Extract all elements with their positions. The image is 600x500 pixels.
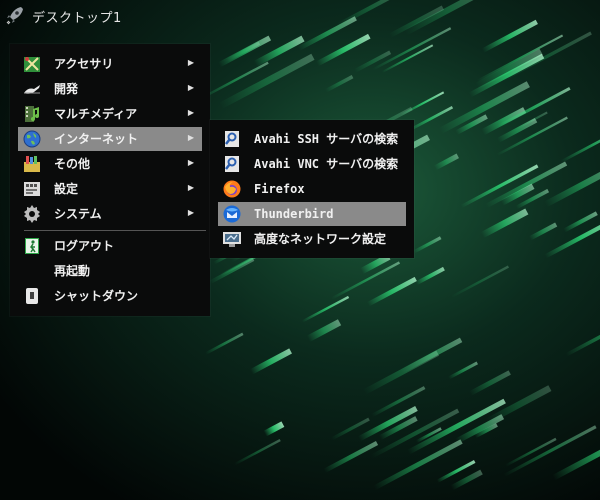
system-gear-icon <box>24 205 40 223</box>
other-icon <box>24 156 40 172</box>
settings-icon <box>24 182 40 196</box>
submenu-arrow-icon: ▶ <box>187 208 194 217</box>
menu-item-label: ログアウト <box>54 239 115 253</box>
avahi-ssh-icon <box>225 131 239 147</box>
menu-item-multimedia[interactable]: マルチメディア ▶ <box>18 102 202 126</box>
menu-item-accessories[interactable]: アクセサリ ▶ <box>18 52 202 76</box>
menu-item-other[interactable]: その他 ▶ <box>18 152 202 176</box>
menu-item-label: システム <box>54 207 102 221</box>
submenu-item-avahi-ssh[interactable]: Avahi SSH サーバの検索 <box>218 127 406 151</box>
application-menu: アクセサリ ▶ 開発 ▶ マルチメディア ▶ インターネット ▶ その他 ▶ 設… <box>10 44 210 316</box>
internet-globe-icon <box>23 130 41 148</box>
development-icon <box>24 85 40 94</box>
submenu-arrow-icon: ▶ <box>187 83 194 92</box>
avahi-vnc-icon <box>225 156 239 172</box>
submenu-arrow-icon: ▶ <box>187 183 194 192</box>
desktop-name: デスクトップ1 <box>32 11 122 26</box>
menu-item-label: アクセサリ <box>54 57 114 71</box>
submenu-item-label: Firefox <box>254 182 305 196</box>
accessories-icon <box>24 57 40 72</box>
thunderbird-icon <box>223 205 241 223</box>
menu-item-internet[interactable]: インターネット ▶ <box>18 127 202 151</box>
internet-submenu: Avahi SSH サーバの検索 Avahi VNC サーバの検索 Firefo… <box>210 120 414 258</box>
submenu-arrow-icon: ▶ <box>187 58 194 67</box>
submenu-item-thunderbird[interactable]: Thunderbird <box>218 202 406 226</box>
submenu-item-label: Thunderbird <box>254 207 334 221</box>
menu-item-development[interactable]: 開発 ▶ <box>18 77 202 101</box>
submenu-arrow-icon: ▶ <box>187 133 194 142</box>
submenu-item-label: Avahi SSH サーバの検索 <box>254 132 399 146</box>
rocket-icon[interactable] <box>4 4 26 26</box>
menu-item-label: 設定 <box>54 182 79 196</box>
menu-item-reboot[interactable]: 再起動 <box>18 259 202 283</box>
submenu-item-network-settings[interactable]: 高度なネットワーク設定 <box>218 227 406 251</box>
menu-item-system[interactable]: システム ▶ <box>18 202 202 226</box>
submenu-arrow-icon: ▶ <box>187 108 194 117</box>
menu-item-label: インターネット <box>54 132 139 146</box>
top-panel: デスクトップ1 <box>0 0 600 30</box>
menu-item-label: 開発 <box>54 82 79 96</box>
menu-item-logout[interactable]: ログアウト <box>18 234 202 258</box>
submenu-item-label: Avahi VNC サーバの検索 <box>254 157 399 171</box>
submenu-arrow-icon: ▶ <box>187 158 194 167</box>
menu-item-settings[interactable]: 設定 ▶ <box>18 177 202 201</box>
submenu-item-firefox[interactable]: Firefox <box>218 177 406 201</box>
menu-separator <box>24 230 206 231</box>
menu-item-label: 再起動 <box>54 264 91 278</box>
submenu-item-avahi-vnc[interactable]: Avahi VNC サーバの検索 <box>218 152 406 176</box>
menu-item-label: その他 <box>54 157 91 171</box>
menu-item-shutdown[interactable]: シャットダウン <box>18 284 202 308</box>
shutdown-icon <box>26 288 38 304</box>
menu-item-label: シャットダウン <box>54 289 139 303</box>
logout-icon <box>25 238 39 254</box>
submenu-item-label: 高度なネットワーク設定 <box>254 232 387 246</box>
menu-item-label: マルチメディア <box>54 107 138 121</box>
multimedia-icon <box>25 106 39 122</box>
desktop[interactable]: デスクトップ1 アクセサリ ▶ 開発 ▶ マルチメディア ▶ インターネット ▶… <box>0 0 600 500</box>
firefox-icon <box>223 180 241 198</box>
network-settings-icon <box>223 232 241 247</box>
